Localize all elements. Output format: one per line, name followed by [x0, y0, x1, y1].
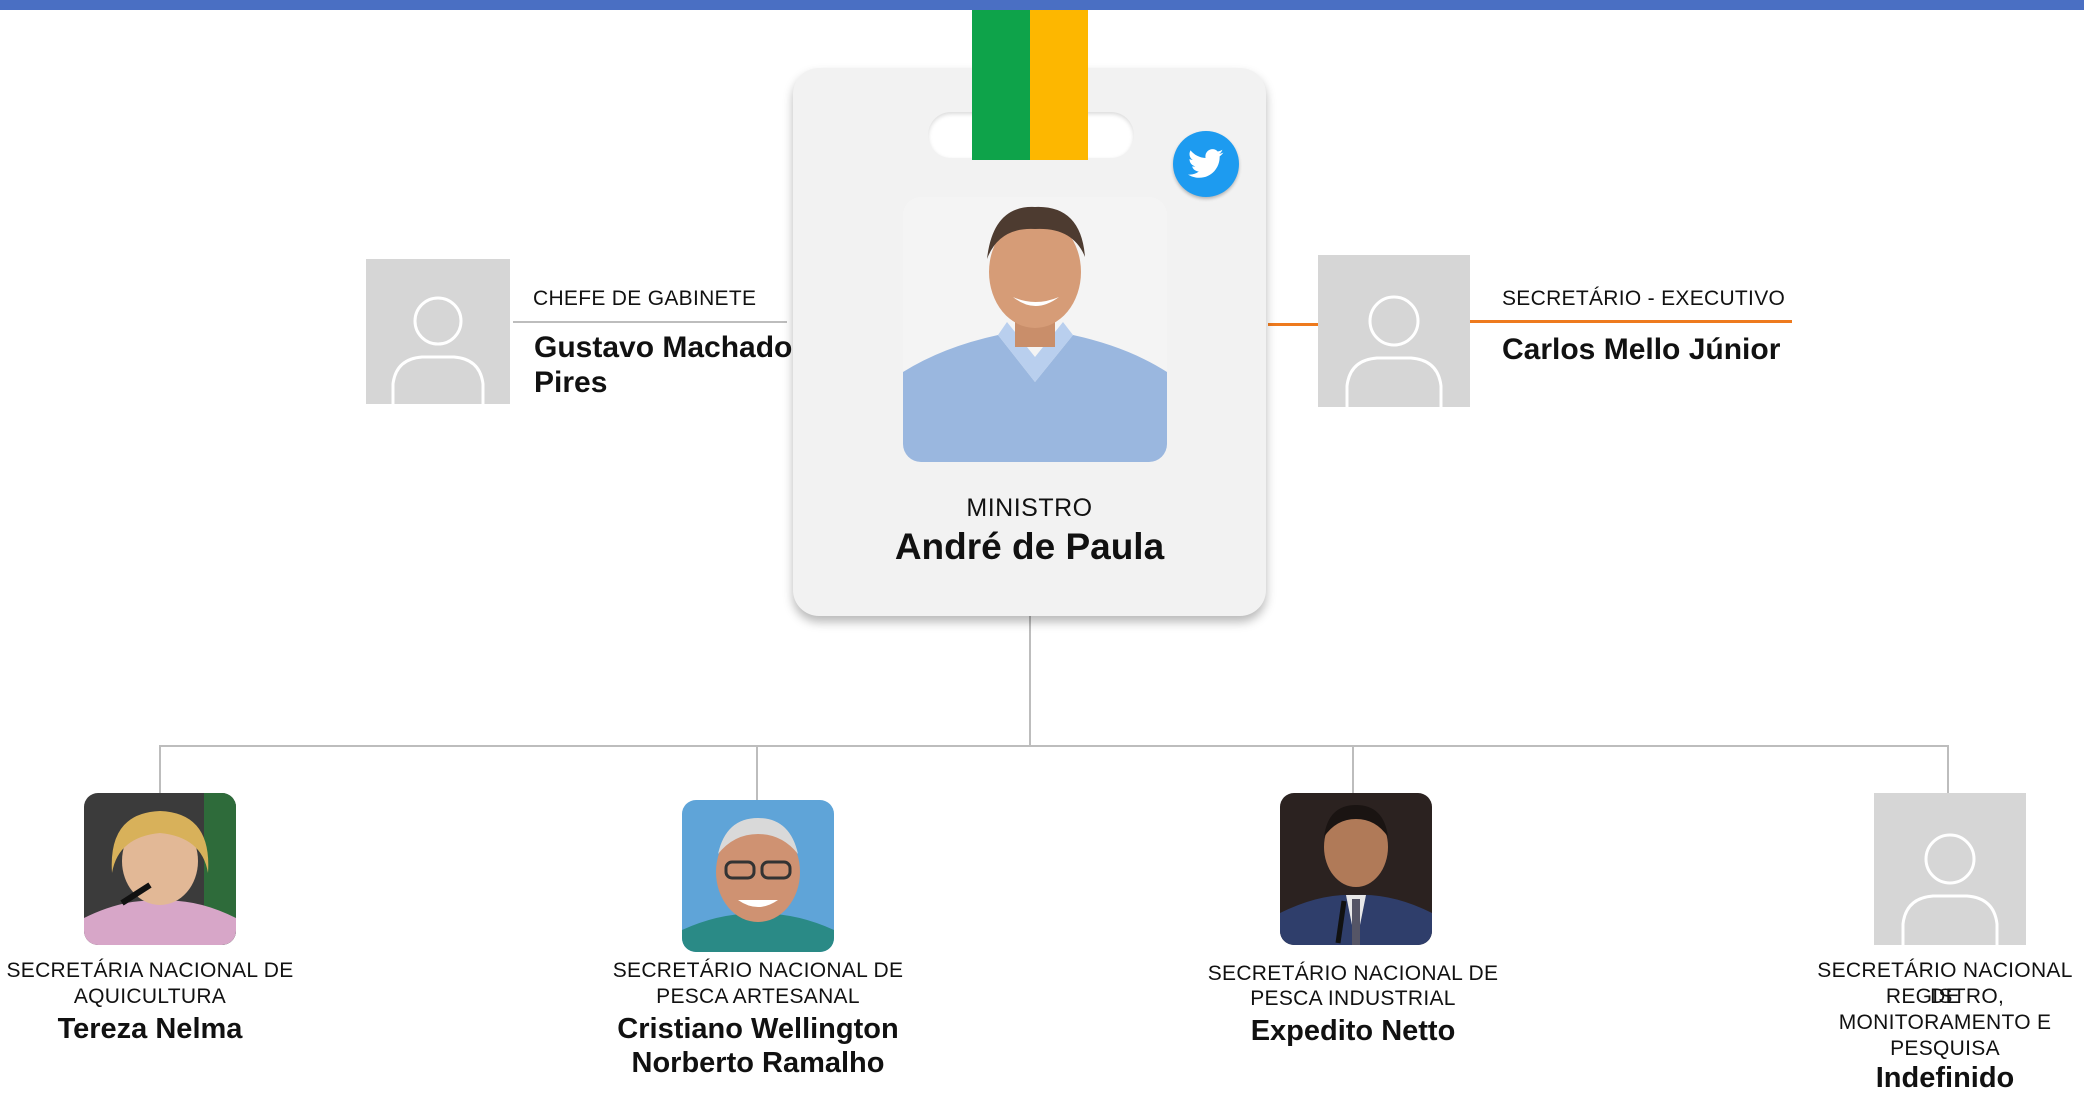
secretary-role-1a: SECRETÁRIA NACIONAL DE	[6, 959, 294, 982]
lanyard-yellow	[1030, 10, 1088, 160]
top-accent-bar	[0, 0, 2084, 10]
secretary-role-2b: PESCA ARTESANAL	[656, 985, 860, 1008]
secretary-photo-2	[682, 800, 834, 952]
secretary-name-3: Expedito Netto	[1250, 1015, 1456, 1047]
secretary-name-2b: Norberto Ramalho	[631, 1047, 885, 1079]
secretary-role-4c: MONITORAMENTO E	[1838, 1011, 2052, 1034]
connector-chief	[513, 321, 787, 323]
lanyard-green	[972, 10, 1030, 160]
secretary-role-4b: REGISTRO,	[1885, 985, 2005, 1008]
secretary-role-1b: AQUICULTURA	[73, 985, 227, 1008]
user-placeholder-icon	[391, 296, 485, 404]
user-placeholder-icon	[1901, 833, 1999, 945]
chief-of-staff-avatar	[366, 259, 510, 404]
connector-vertical-main	[1029, 616, 1031, 746]
executive-secretary-avatar	[1318, 255, 1470, 407]
secretary-role-3b: PESCA INDUSTRIAL	[1250, 987, 1456, 1010]
twitter-icon[interactable]	[1173, 131, 1239, 197]
secretary-photo-4	[1874, 793, 2026, 945]
chief-of-staff-role: CHEFE DE GABINETE	[533, 287, 757, 310]
executive-underline	[1470, 320, 1792, 323]
user-placeholder-icon	[1345, 295, 1443, 407]
connector-drop-3	[1352, 745, 1354, 793]
secretary-photo-1	[84, 793, 236, 945]
connector-executive	[1268, 323, 1318, 326]
minister-role: MINISTRO	[966, 494, 1093, 522]
chief-of-staff-name-line1: Gustavo Machado	[534, 331, 793, 364]
minister-photo	[903, 197, 1167, 462]
connector-drop-2	[756, 745, 758, 800]
connector-horizontal-bottom	[159, 745, 1949, 747]
chief-of-staff-name-line2: Pires	[534, 366, 608, 399]
secretary-photo-3	[1280, 793, 1432, 945]
secretary-name-2a: Cristiano Wellington	[617, 1013, 899, 1045]
executive-secretary-role: SECRETÁRIO - EXECUTIVO	[1502, 287, 1786, 310]
secretary-role-4d: PESQUISA	[1890, 1037, 2000, 1060]
secretary-name-4: Indefinido	[1875, 1062, 2015, 1094]
secretary-role-2a: SECRETÁRIO NACIONAL DE	[612, 959, 904, 982]
executive-secretary-name: Carlos Mello Júnior	[1502, 333, 1781, 366]
secretary-name-1: Tereza Nelma	[57, 1013, 243, 1045]
minister-name: André de Paula	[894, 526, 1165, 567]
connector-drop-1	[159, 745, 161, 793]
connector-drop-4	[1947, 745, 1949, 793]
secretary-role-3a: SECRETÁRIO NACIONAL DE	[1207, 962, 1499, 985]
